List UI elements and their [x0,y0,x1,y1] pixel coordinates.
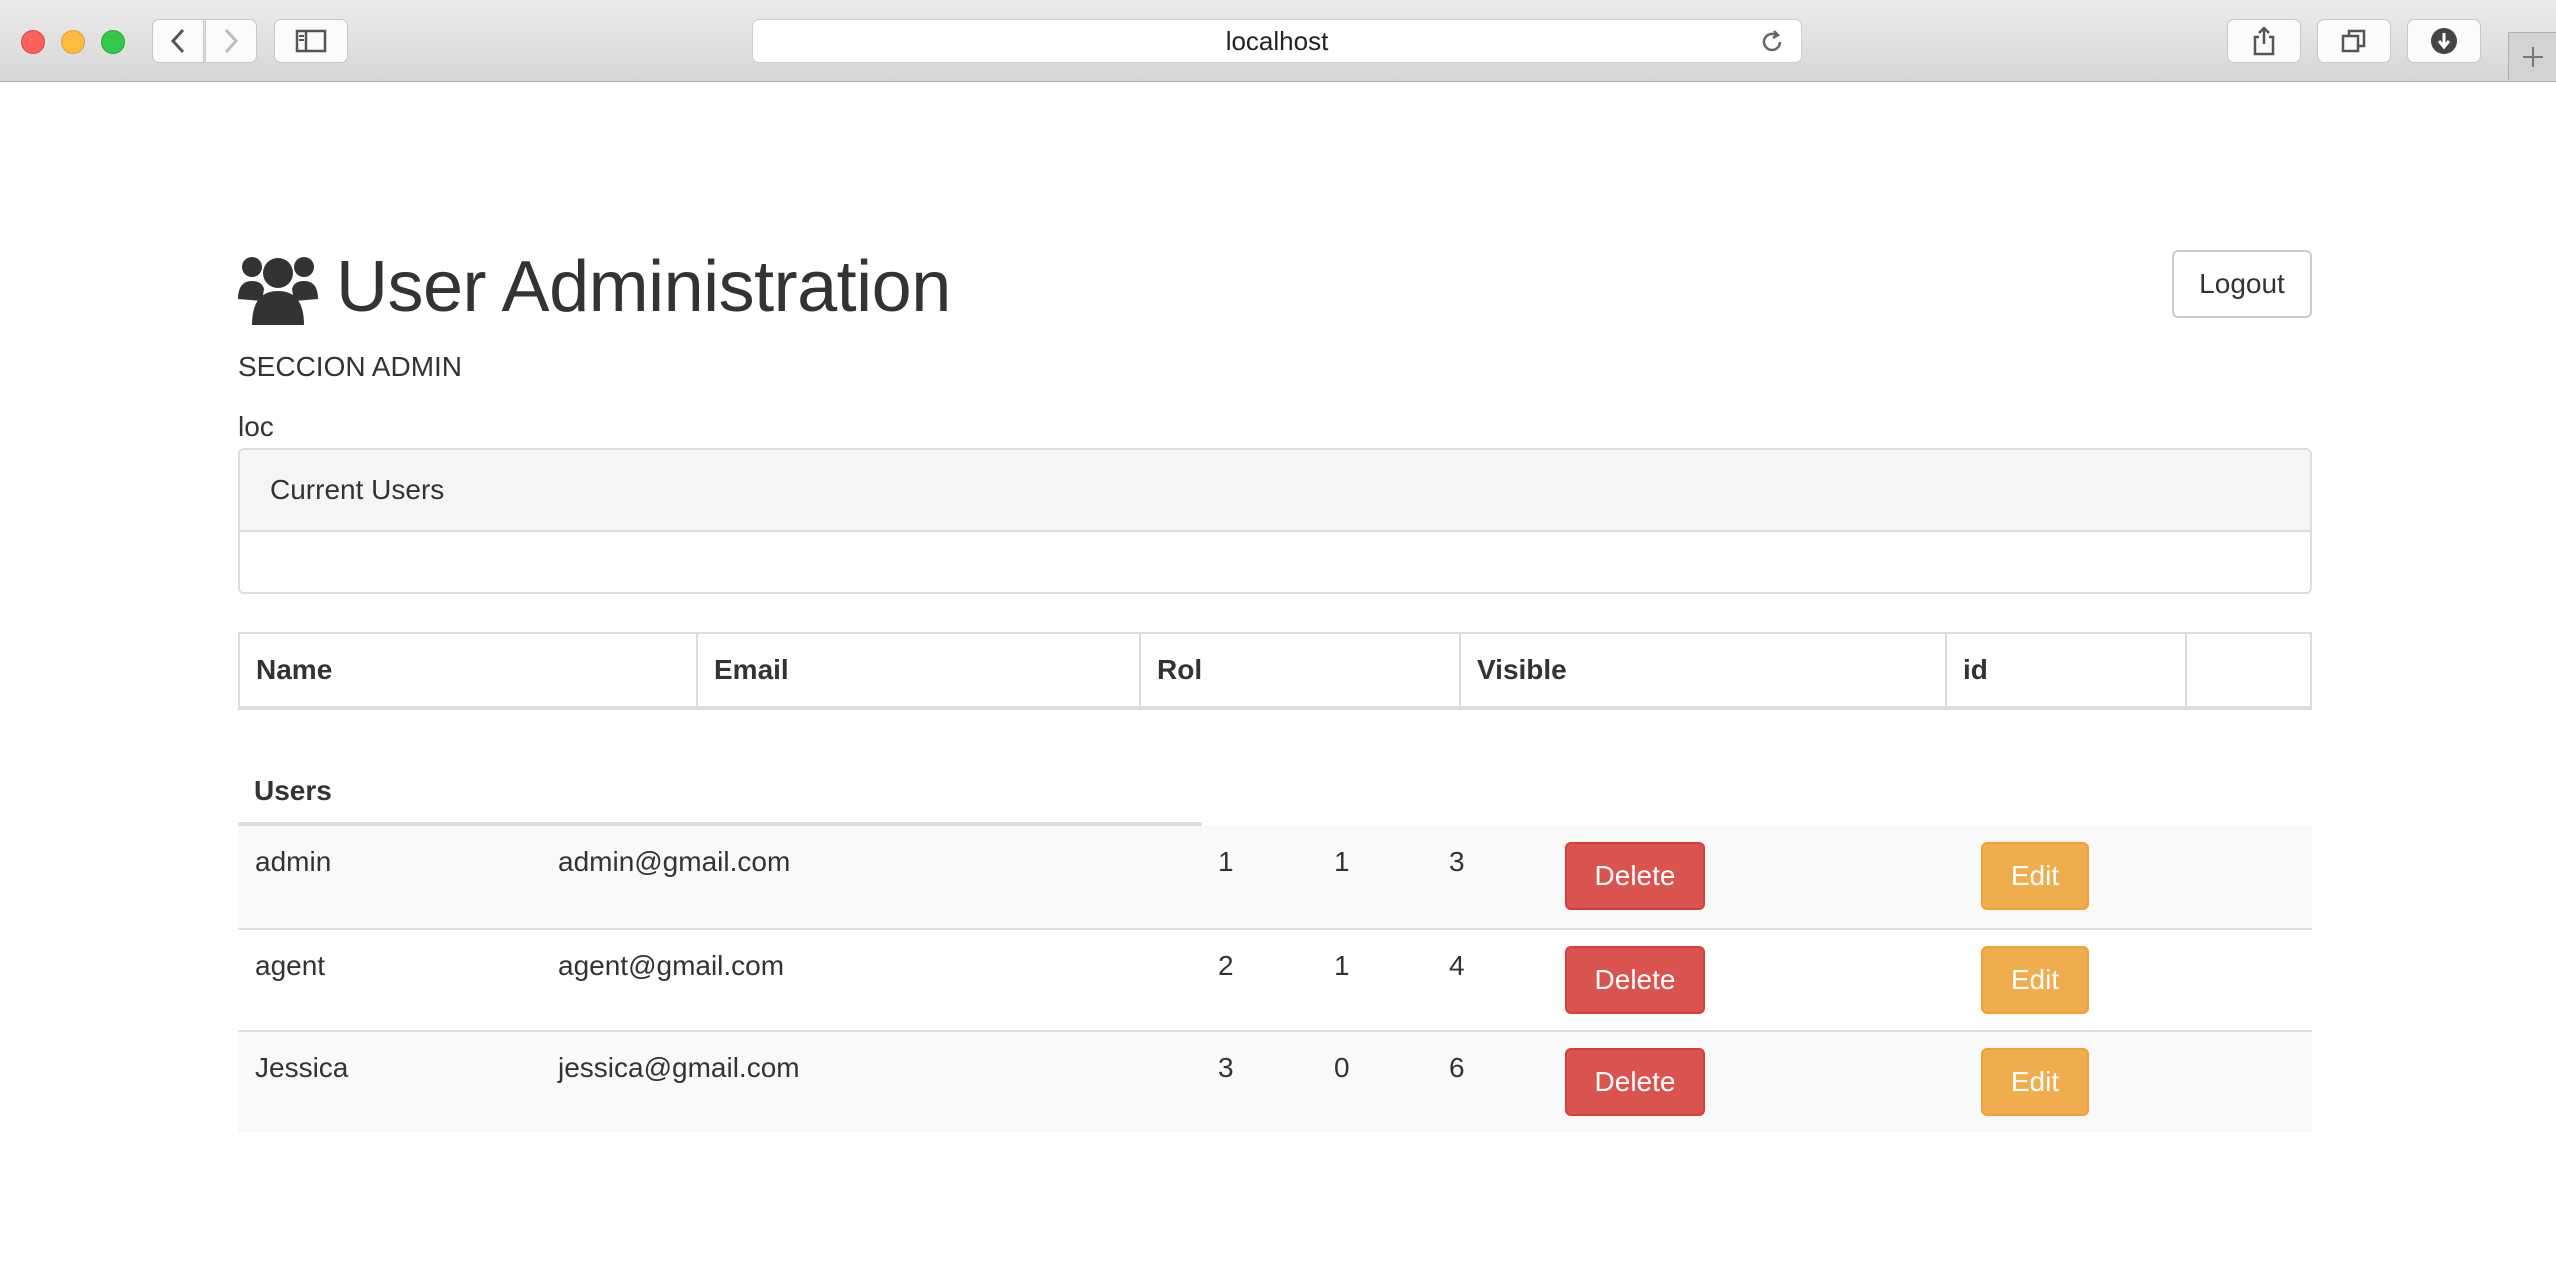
share-icon [2253,26,2275,56]
share-button[interactable] [2227,19,2301,63]
url-text: localhost [1225,25,1329,56]
edit-button[interactable]: Edit [1981,946,2089,1014]
user-rol: 3 [1218,1052,1234,1083]
download-icon [2431,28,2457,54]
user-name: agent [255,950,326,981]
users-table-body: admin admin@gmail.com 1 1 3 Delete Edit … [238,826,2312,1132]
user-visible: 0 [1334,1052,1350,1083]
tab-overview-button[interactable] [2317,19,2391,63]
delete-button[interactable]: Delete [1565,842,1705,910]
zoom-window-button[interactable] [101,30,125,54]
panel-heading: Current Users [240,450,2310,532]
logout-button[interactable]: Logout [2172,250,2312,318]
sidebar-icon [295,29,327,53]
edit-button[interactable]: Edit [1981,1048,2089,1116]
user-visible: 1 [1334,950,1350,981]
user-name: admin [255,846,332,877]
user-name: Jessica [255,1052,349,1083]
sidebar-toggle-button[interactable] [274,19,348,63]
forward-button[interactable] [205,19,257,63]
back-button[interactable] [152,19,204,63]
delete-button[interactable]: Delete [1565,1048,1705,1116]
user-id: 4 [1449,950,1465,981]
users-section-label: Users [238,760,1202,826]
page-title: User Administration [336,247,951,327]
address-bar[interactable]: localhost [752,19,1802,63]
users-icon [238,257,318,325]
user-id: 6 [1449,1052,1465,1083]
user-rol: 2 [1218,950,1234,981]
browser-toolbar: localhost [0,0,2556,82]
column-header-visible: Visible [1461,634,1947,706]
user-email: admin@gmail.com [558,846,791,877]
column-header-name: Name [240,634,698,706]
edit-button[interactable]: Edit [1981,842,2089,910]
table-row: admin admin@gmail.com 1 1 3 Delete Edit [238,826,2312,928]
users-table-header: Name Email Rol Visible id [238,632,2312,710]
user-email: jessica@gmail.com [558,1052,800,1083]
reload-icon[interactable] [1759,29,1785,55]
user-email: agent@gmail.com [558,950,785,981]
location-label: loc [238,411,274,442]
column-header-id: id [1947,634,2187,706]
user-visible: 1 [1334,846,1350,877]
section-label: SECCION ADMIN [238,351,463,382]
chevron-right-icon [224,28,239,54]
user-rol: 1 [1218,846,1234,877]
page-header: User Administration [238,246,951,328]
minimize-window-button[interactable] [61,30,85,54]
new-tab-button[interactable] [2508,32,2556,80]
column-header-email: Email [698,634,1141,706]
column-header-rol: Rol [1141,634,1461,706]
close-window-button[interactable] [21,30,45,54]
chevron-left-icon [170,28,185,54]
current-users-panel: Current Users [238,448,2312,594]
table-row: Jessica jessica@gmail.com 3 0 6 Delete E… [238,1030,2312,1132]
tabs-icon [2341,29,2366,53]
user-id: 3 [1449,846,1465,877]
table-row: agent agent@gmail.com 2 1 4 Delete Edit [238,928,2312,1030]
column-header-actions [2187,634,2310,706]
plus-icon [2522,46,2543,67]
delete-button[interactable]: Delete [1565,946,1705,1014]
downloads-button[interactable] [2407,19,2481,63]
